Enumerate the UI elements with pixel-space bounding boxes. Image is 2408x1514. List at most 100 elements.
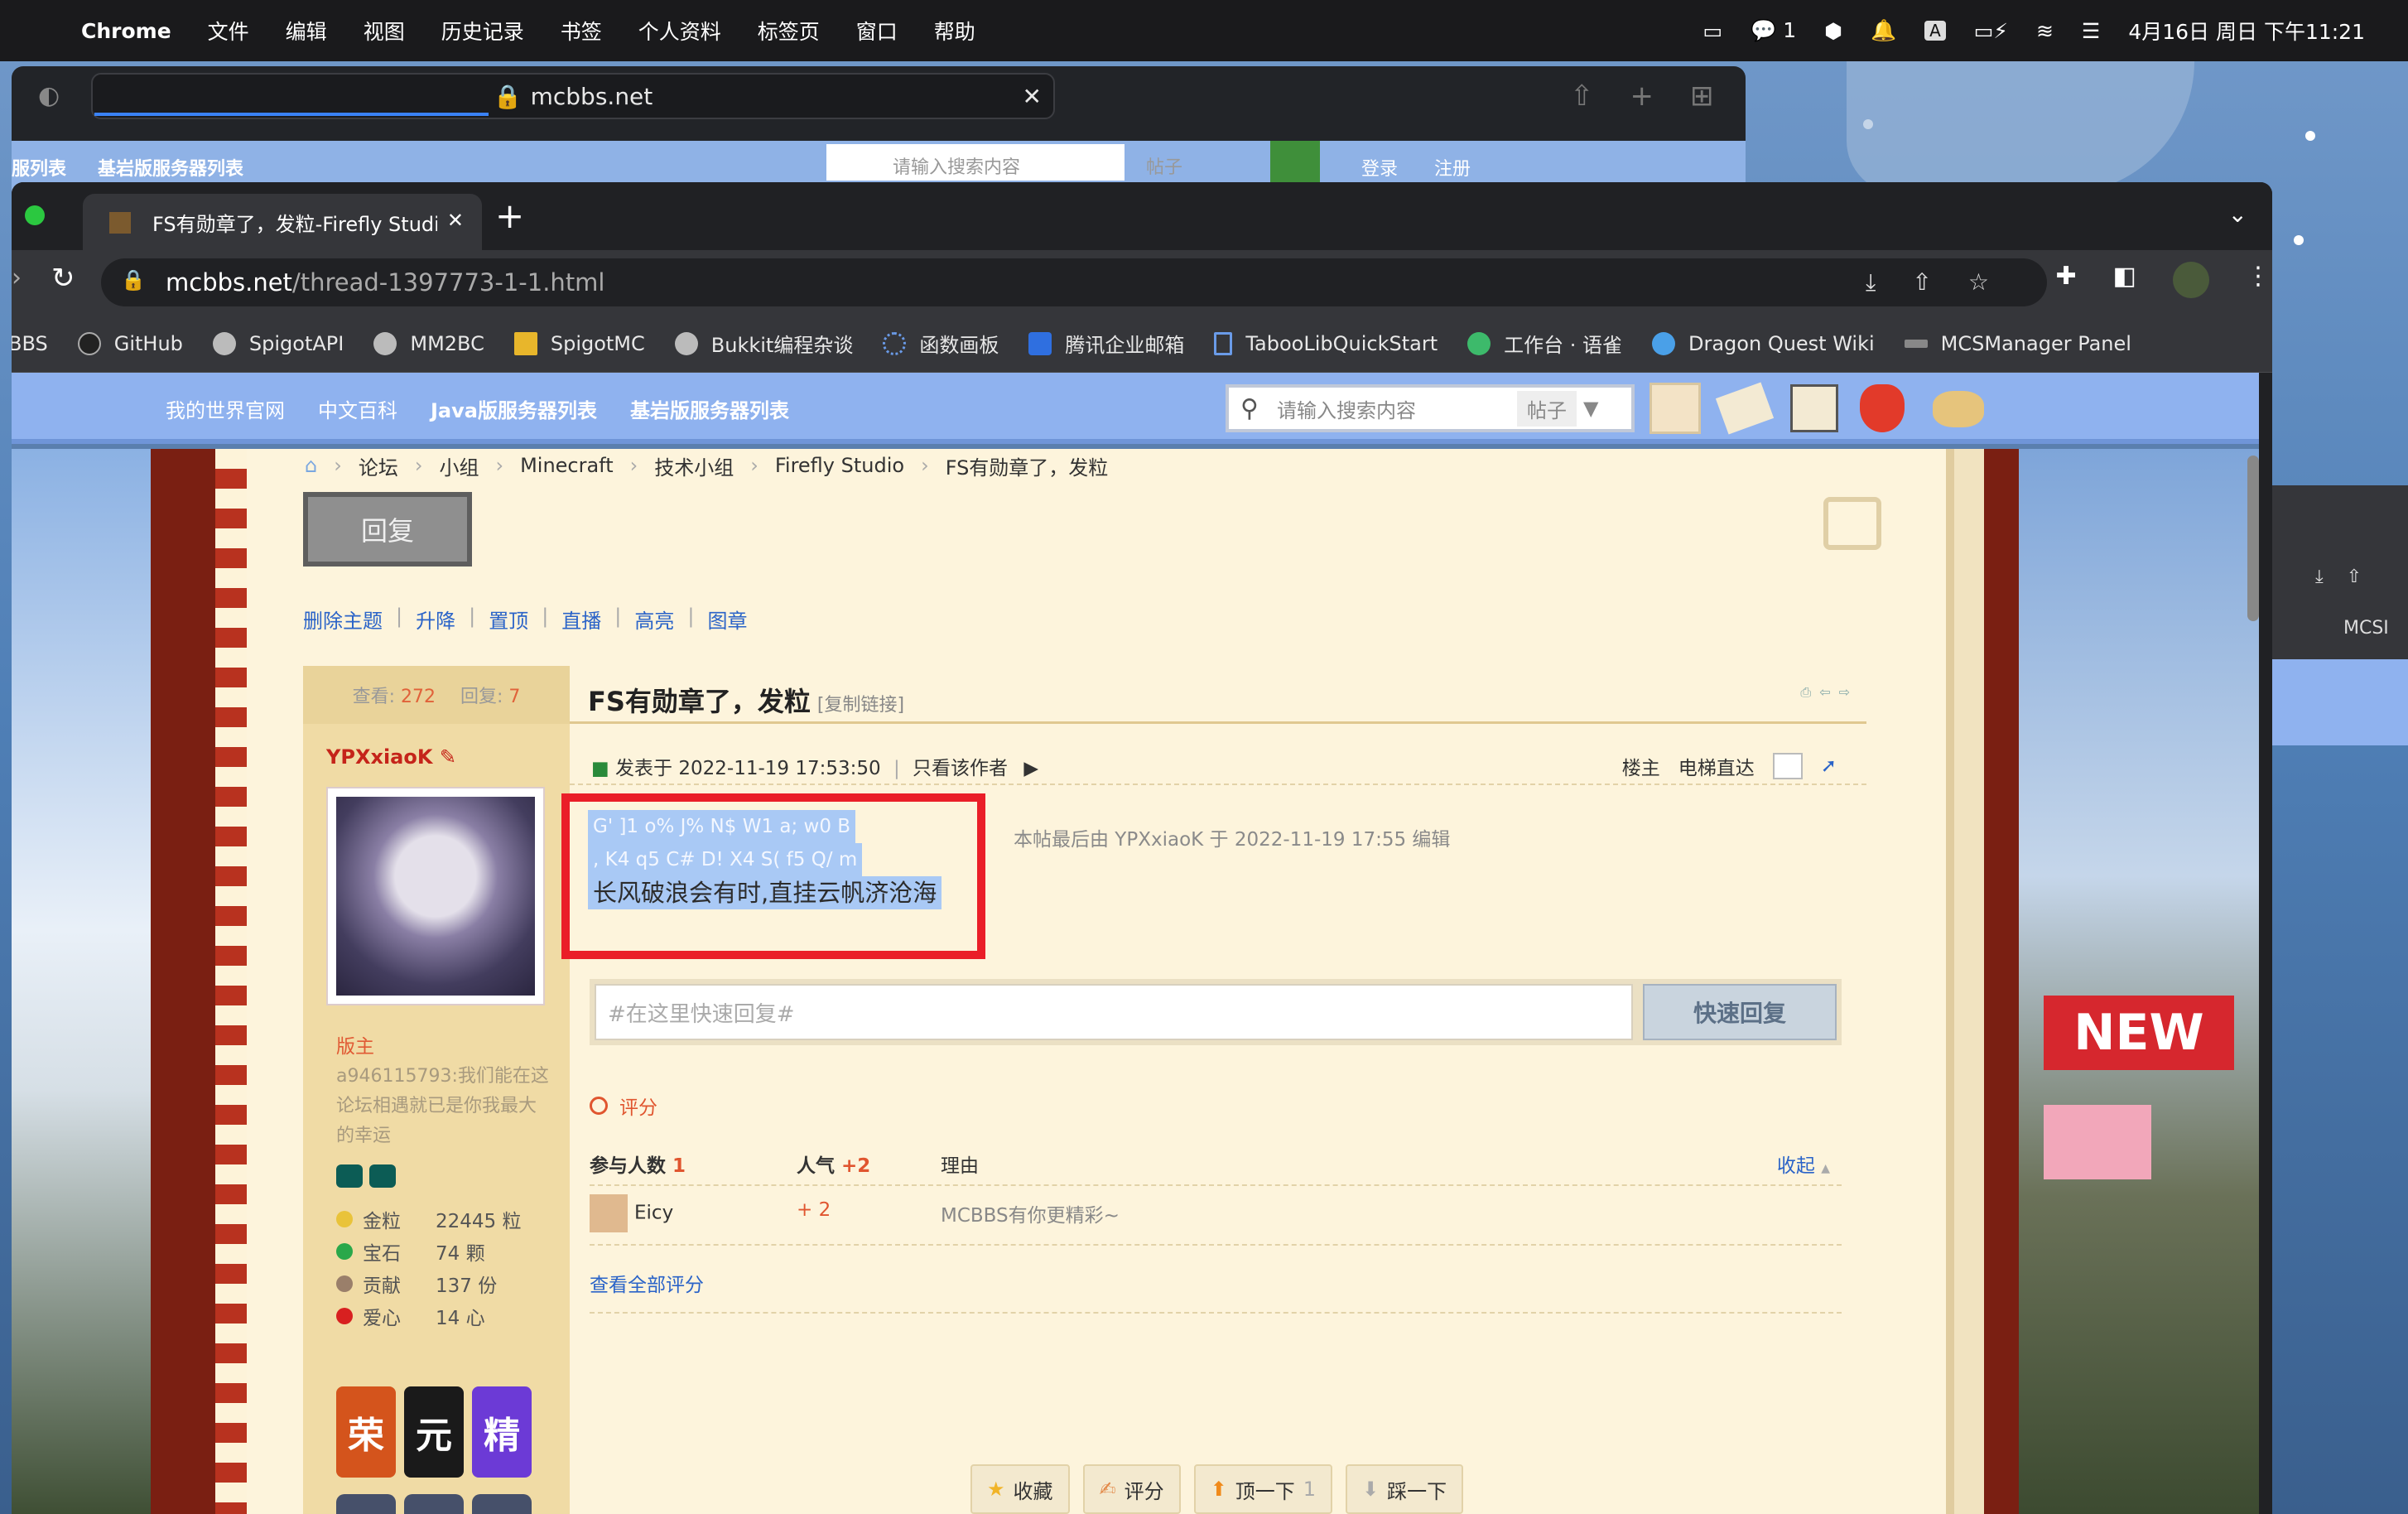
- print-icon[interactable]: ⎙: [1800, 684, 1811, 701]
- more-menu-icon[interactable]: ⋮: [2246, 262, 2271, 298]
- side-peek-bookmark[interactable]: MCSI: [2272, 606, 2408, 656]
- shield-icon[interactable]: ⬢: [1824, 19, 1842, 43]
- bg-nav-link-1[interactable]: 服列表: [12, 154, 66, 181]
- omnibox[interactable]: 🔒 mcbbs.net/thread-1397773-1-1.html ⤓ ⇧ …: [101, 258, 2047, 306]
- bookmark-bbs[interactable]: BBS: [12, 332, 48, 355]
- crumb-firefly[interactable]: Firefly Studio: [775, 454, 904, 477]
- wifi-icon[interactable]: ≋: [2036, 19, 2054, 43]
- new-tab-button[interactable]: +: [495, 195, 524, 236]
- share-icon[interactable]: ⇧: [1912, 268, 1931, 297]
- menu-help[interactable]: 帮助: [934, 16, 975, 46]
- share-icon[interactable]: ⇧: [2347, 567, 2362, 587]
- quick-reply-button[interactable]: 快速回复: [1643, 984, 1837, 1040]
- bookmark-spigotmc[interactable]: SpigotMC: [513, 331, 645, 355]
- wechat-icon[interactable]: 💬 1: [1751, 18, 1796, 43]
- creeper-icon[interactable]: [1270, 141, 1320, 182]
- bg-search-scope[interactable]: 帖子: [1146, 152, 1182, 179]
- badge-veteran[interactable]: 元: [404, 1386, 464, 1478]
- return-icon[interactable]: [1823, 497, 1881, 550]
- badge-honor[interactable]: 荣: [336, 1386, 396, 1478]
- downvote-button[interactable]: ⬇ 踩一下: [1346, 1464, 1464, 1514]
- bookmark-mm2bc[interactable]: MM2BC: [373, 331, 484, 355]
- bookmark-function-plot[interactable]: 函数画板: [883, 329, 999, 358]
- mod-highlight[interactable]: 高亮: [634, 605, 674, 634]
- bg-register-link[interactable]: 注册: [1434, 154, 1471, 181]
- author-name[interactable]: YPXxiaoK ✎: [326, 745, 456, 769]
- menu-profiles[interactable]: 个人资料: [638, 16, 721, 46]
- mod-bump[interactable]: 升降: [416, 605, 455, 634]
- jump-icon[interactable]: ➚: [1821, 755, 1837, 777]
- menu-view[interactable]: 视图: [364, 16, 405, 46]
- tab-search-icon[interactable]: ⌄: [2228, 200, 2247, 228]
- battery-icon[interactable]: ▭⚡: [1974, 19, 2008, 43]
- forward-icon[interactable]: ›: [12, 263, 22, 292]
- bg-login-link[interactable]: 登录: [1361, 154, 1398, 181]
- notification-icon[interactable]: 🔔: [1871, 18, 1896, 43]
- tab-overview-icon[interactable]: ⊞: [1690, 80, 1714, 113]
- cookie-icon[interactable]: [404, 1494, 464, 1514]
- crumb-minecraft[interactable]: Minecraft: [520, 454, 614, 477]
- elevator-input[interactable]: [1772, 753, 1803, 779]
- menu-window[interactable]: 窗口: [856, 16, 898, 46]
- display-icon[interactable]: ▭: [1703, 19, 1723, 43]
- bookmark-dq-wiki[interactable]: Dragon Quest Wiki: [1652, 331, 1875, 355]
- prev-thread-icon[interactable]: ⇦: [1819, 684, 1830, 701]
- background-browser-window[interactable]: ◐ 🔒 mcbbs.net ✕ ⇧ + ⊞ 服列表 基岩版服务器列表 请输入搜索…: [12, 66, 1746, 199]
- menubar-app-name[interactable]: Chrome: [81, 19, 171, 43]
- potion-icon[interactable]: [1860, 384, 1905, 432]
- menu-file[interactable]: 文件: [208, 16, 249, 46]
- install-icon[interactable]: ⤓: [1866, 268, 1876, 297]
- nav-bedrock-servers[interactable]: 基岩版服务器列表: [630, 394, 789, 423]
- crumb-thread[interactable]: FS有勋章了，发粒: [946, 451, 1109, 480]
- page-scrollbar[interactable]: [2247, 456, 2259, 621]
- bookmark-yuque[interactable]: 工作台 · 语雀: [1467, 329, 1622, 358]
- bg-nav-link-2[interactable]: 基岩版服务器列表: [98, 154, 243, 181]
- search-icon[interactable]: ⚲: [1240, 394, 1259, 423]
- copy-link[interactable]: [复制链接]: [817, 695, 904, 716]
- menubar-datetime[interactable]: 4月16日 周日 下午11:21: [2128, 16, 2365, 46]
- menu-edit[interactable]: 编辑: [286, 16, 327, 46]
- mod-live[interactable]: 直播: [561, 605, 601, 634]
- side-window-peek[interactable]: ⤓ ⇧ MCSI: [2272, 485, 2408, 745]
- menu-history[interactable]: 历史记录: [441, 16, 524, 46]
- bookmark-spigotapi[interactable]: SpigotAPI: [212, 331, 344, 355]
- reply-button[interactable]: 回复: [303, 492, 472, 567]
- collapse-link[interactable]: 收起 ▲: [1777, 1150, 1830, 1178]
- search-scope-select[interactable]: 帖子: [1516, 390, 1577, 427]
- nav-wiki[interactable]: 中文百科: [318, 394, 397, 423]
- close-icon[interactable]: ✕: [1023, 83, 1042, 110]
- next-thread-icon[interactable]: ⇨: [1839, 684, 1850, 701]
- rater-user[interactable]: Eicy: [590, 1194, 673, 1232]
- crafting-box-icon[interactable]: [1790, 384, 1838, 432]
- share-icon[interactable]: ⇧: [1570, 80, 1594, 113]
- cake-icon[interactable]: [472, 1494, 532, 1514]
- profile-avatar[interactable]: [2173, 262, 2209, 298]
- search-input[interactable]: 请输入搜索内容: [1277, 394, 1517, 423]
- reload-icon[interactable]: ↻: [51, 262, 75, 295]
- tab-active[interactable]: FS有勋章了，发粒-Firefly Studio ✕: [83, 194, 482, 250]
- view-all-ratings-link[interactable]: 查看全部评分: [590, 1269, 704, 1297]
- chrome-window[interactable]: FS有勋章了，发粒-Firefly Studio ✕ + ⌄ › ↻ 🔒 mcb…: [12, 182, 2272, 1514]
- menu-bookmarks[interactable]: 书签: [561, 16, 602, 46]
- upvote-button[interactable]: ⬆ 顶一下 1: [1193, 1464, 1333, 1514]
- bookmark-mcsmanager[interactable]: MCSManager Panel: [1904, 332, 2131, 355]
- site-search[interactable]: ⚲ 请输入搜索内容 帖子 ▼: [1226, 384, 1635, 432]
- message-icon[interactable]: [1715, 382, 1775, 435]
- home-icon[interactable]: ⌂: [305, 454, 317, 477]
- input-source-icon[interactable]: A: [1924, 21, 1946, 41]
- mod-stick[interactable]: 置顶: [489, 605, 528, 634]
- extensions-icon[interactable]: ✚: [2056, 262, 2077, 298]
- control-center-icon[interactable]: ☰: [2082, 19, 2100, 43]
- crumb-tech-group[interactable]: 技术小组: [654, 451, 734, 480]
- badge-elite[interactable]: 精: [472, 1386, 532, 1478]
- tab-close-icon[interactable]: ✕: [447, 209, 464, 232]
- nav-java-servers[interactable]: Java版服务器列表: [431, 394, 597, 423]
- side-panel-icon[interactable]: ◧: [2113, 262, 2136, 298]
- mod-delete-thread[interactable]: 删除主题: [303, 605, 383, 634]
- author-only-link[interactable]: 只看该作者: [913, 758, 1008, 779]
- bg-search-input[interactable]: 请输入搜索内容: [826, 144, 1125, 181]
- sidebar-toggle-icon[interactable]: ◐: [38, 81, 60, 110]
- download-icon[interactable]: ⤓: [2315, 567, 2324, 587]
- bookmark-taboolib[interactable]: TabooLibQuickStart: [1214, 331, 1438, 355]
- mod-stamp[interactable]: 图章: [707, 605, 747, 634]
